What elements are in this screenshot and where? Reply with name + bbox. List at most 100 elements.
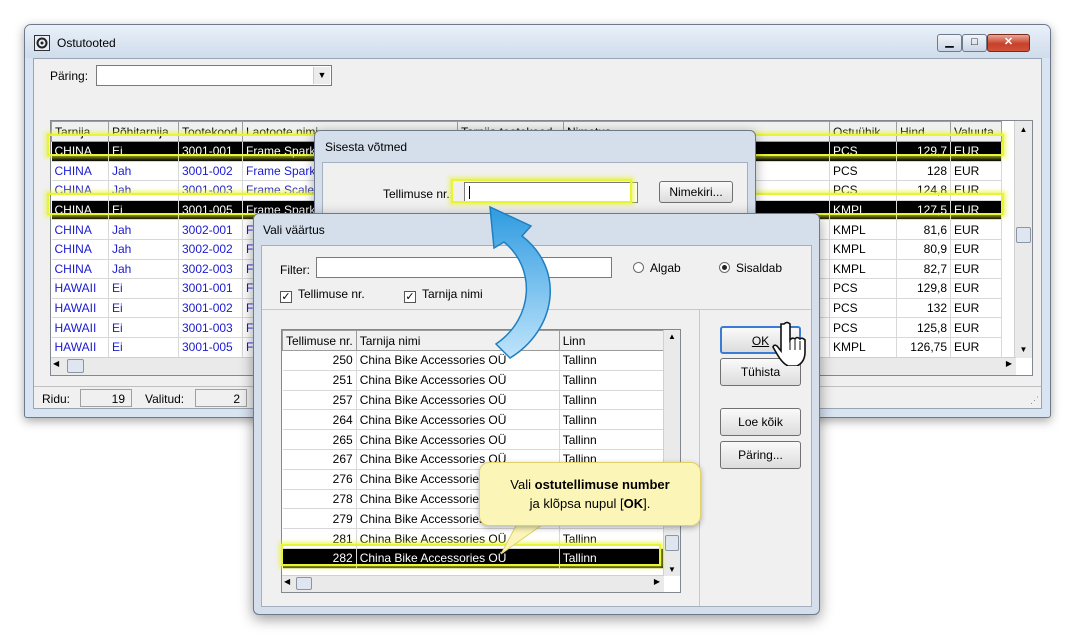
list-cell: 276 <box>282 469 357 490</box>
list-cell: Tallinn <box>559 370 668 391</box>
hand-cursor-icon <box>772 321 806 366</box>
table-cell: PCS <box>829 298 897 319</box>
table-cell: EUR <box>950 317 1002 338</box>
list-column-header[interactable]: Linn <box>558 330 668 351</box>
list-item[interactable]: 264 China Bike Accessories OÜ Tallinn <box>282 409 668 431</box>
table-cell: EUR <box>950 239 1002 260</box>
list-cell: Tallinn <box>559 429 668 450</box>
scroll-up-icon[interactable]: ▲ <box>668 332 676 341</box>
list-cell: China Bike Accessories OÜ <box>356 409 560 431</box>
table-cell: 3001-002 <box>178 298 243 319</box>
radio-sisaldab-dot[interactable] <box>719 262 730 273</box>
table-cell: CHINA <box>51 161 109 182</box>
list-column-header[interactable]: Tellimuse nr. <box>282 330 357 351</box>
list-button[interactable]: Nimekiri... <box>659 181 733 203</box>
table-cell: 125,8 <box>896 317 951 338</box>
table-cell: Ei <box>108 298 179 319</box>
table-cell: 82,7 <box>896 259 951 280</box>
scroll-down-icon[interactable]: ▼ <box>668 565 676 574</box>
table-cell: 128 <box>896 161 951 182</box>
table-cell: 129,8 <box>896 278 951 299</box>
radio-sisaldab[interactable]: Sisaldab <box>719 261 782 275</box>
hscroll-thumb[interactable] <box>67 359 84 373</box>
list-item[interactable]: 265 China Bike Accessories OÜ Tallinn <box>282 429 668 450</box>
table-cell: Jah <box>108 161 179 182</box>
list-hscroll-thumb[interactable] <box>296 577 312 590</box>
table-cell: HAWAII <box>51 337 109 358</box>
list-item[interactable]: 250 China Bike Accessories OÜ Tallinn <box>282 350 668 371</box>
table-cell: 3001-001 <box>178 278 243 299</box>
table-cell: EUR <box>950 278 1002 299</box>
highlight-order-282 <box>281 544 661 566</box>
list-horizontal-scrollbar[interactable]: ◀ ▶ <box>282 575 664 592</box>
check-order-number[interactable]: ✓ Tellimuse nr. <box>280 287 365 303</box>
table-cell: HAWAII <box>51 317 109 338</box>
list-vertical-scrollbar[interactable]: ▲ ▼ <box>663 330 680 576</box>
list-cell: China Bike Accessories OÜ <box>356 429 560 450</box>
load-all-button[interactable]: Loe kõik <box>720 408 801 436</box>
table-cell: 81,6 <box>896 219 951 240</box>
order-table: Tellimuse nr. Tarnija nimi Linn 250 China B… <box>282 330 668 569</box>
list-item[interactable]: 257 China Bike Accessories OÜ Tallinn <box>282 390 668 411</box>
callout-line2-prefix: ja klõpsa nupul [ <box>529 496 624 511</box>
scroll-right-icon[interactable]: ▶ <box>1006 359 1012 368</box>
close-icon: ✕ <box>1003 36 1014 48</box>
paring-select[interactable]: ▼ <box>96 65 332 86</box>
checkbox-checked-icon[interactable]: ✓ <box>280 291 292 303</box>
table-cell: Ei <box>108 317 179 338</box>
list-cell: China Bike Accessories OÜ <box>356 370 560 391</box>
maximize-button[interactable]: □ <box>962 34 987 52</box>
table-cell: Jah <box>108 219 179 240</box>
list-column-header[interactable]: Tarnija nimi <box>355 330 560 351</box>
load-all-button-label: Loe kõik <box>738 415 783 429</box>
list-cell: 278 <box>282 489 357 510</box>
radio-algab-dot[interactable] <box>633 262 644 273</box>
resize-grip-icon[interactable]: ⋰ <box>1030 395 1039 406</box>
scroll-right-icon[interactable]: ▶ <box>654 577 660 586</box>
table-cell: PCS <box>829 278 897 299</box>
query-button[interactable]: Päring... <box>720 441 801 469</box>
radio-algab[interactable]: Algab <box>633 261 681 275</box>
value-dialog-title: Vali väärtus <box>263 223 325 237</box>
list-item[interactable]: 251 China Bike Accessories OÜ Tallinn <box>282 370 668 391</box>
table-cell: PCS <box>829 161 897 182</box>
scroll-down-icon[interactable]: ▼ <box>1015 341 1032 358</box>
filter-label: Filter: <box>280 263 310 277</box>
list-cell: 279 <box>282 508 357 530</box>
maximize-icon: □ <box>971 36 978 48</box>
list-scroll-thumb[interactable] <box>665 535 679 551</box>
list-cell: 264 <box>282 409 357 431</box>
order-number-label: Tellimuse nr.: <box>383 187 454 201</box>
table-cell: 80,9 <box>896 239 951 260</box>
table-cell: Jah <box>108 239 179 260</box>
callout-line2-bold: OK <box>623 496 644 511</box>
checkbox-checked-icon[interactable]: ✓ <box>404 291 416 303</box>
scroll-left-icon[interactable]: ◀ <box>53 359 59 368</box>
rows-label: Ridu: <box>42 392 71 406</box>
table-cell: KMPL <box>829 337 897 358</box>
list-cell: 267 <box>282 449 357 470</box>
table-cell: 3002-002 <box>178 239 243 260</box>
table-cell: EUR <box>950 259 1002 280</box>
scroll-thumb[interactable] <box>1016 227 1031 243</box>
list-cell: 250 <box>282 350 357 371</box>
scroll-up-icon[interactable]: ▲ <box>1015 121 1032 138</box>
close-button[interactable]: ✕ <box>987 34 1030 52</box>
minimize-icon: ▁ <box>945 36 954 48</box>
table-cell: EUR <box>950 298 1002 319</box>
table-cell: CHINA <box>51 239 109 260</box>
table-cell: EUR <box>950 161 1002 182</box>
list-cell: 257 <box>282 390 357 411</box>
filter-input[interactable] <box>316 257 612 278</box>
table-cell: Ei <box>108 337 179 358</box>
radio-sisaldab-label: Sisaldab <box>736 261 783 275</box>
grid-vertical-scrollbar[interactable]: ▲ ▼ <box>1014 121 1032 358</box>
table-cell: 3001-003 <box>178 317 243 338</box>
dropdown-arrow-icon[interactable]: ▼ <box>313 67 330 84</box>
check-supplier-name[interactable]: ✓ Tarnija nimi <box>404 287 483 303</box>
minimize-button[interactable]: ▁ <box>937 34 962 52</box>
table-cell: CHINA <box>51 219 109 240</box>
table-cell: EUR <box>950 337 1002 358</box>
table-cell: PCS <box>829 317 897 338</box>
scroll-left-icon[interactable]: ◀ <box>284 577 290 586</box>
